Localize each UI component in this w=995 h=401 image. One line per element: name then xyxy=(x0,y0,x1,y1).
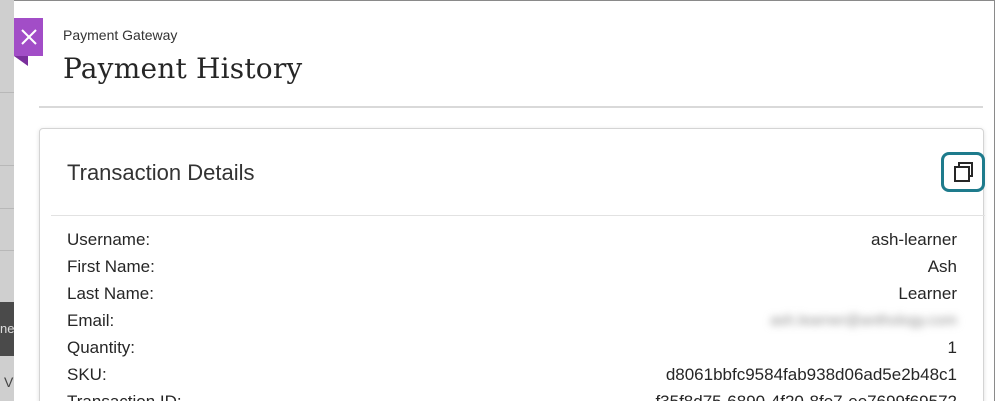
close-button[interactable] xyxy=(14,18,43,56)
detail-value: 1 xyxy=(947,337,957,357)
backdrop-divider xyxy=(0,208,14,209)
detail-value: Ash xyxy=(927,256,957,276)
breadcrumb: Payment Gateway xyxy=(63,27,178,43)
backdrop-divider xyxy=(0,165,14,166)
copy-button[interactable] xyxy=(941,152,985,192)
detail-value: ash-learner xyxy=(871,229,957,249)
backdrop-dark-item: ne xyxy=(0,302,14,356)
backdrop-text: V xyxy=(4,374,14,390)
detail-row-quantity: Quantity: 1 xyxy=(67,334,957,361)
detail-label: Email: xyxy=(67,310,115,330)
copy-icon xyxy=(954,162,973,182)
backdrop-divider xyxy=(0,250,14,251)
card-title: Transaction Details xyxy=(67,160,255,185)
close-button-tab xyxy=(14,56,28,66)
detail-label: Last Name: xyxy=(67,283,154,303)
transaction-details-list: Username: ash-learner First Name: Ash La… xyxy=(67,226,957,401)
detail-value: Learner xyxy=(898,283,957,303)
detail-label: Transaction ID: xyxy=(67,391,182,401)
close-icon xyxy=(20,29,37,45)
backdrop-divider xyxy=(0,92,14,93)
detail-value: d8061bbfc9584fab938d06ad5e2b48c1 xyxy=(665,364,957,384)
detail-row-username: Username: ash-learner xyxy=(67,226,957,253)
header-divider xyxy=(39,106,983,108)
detail-label: First Name: xyxy=(67,256,155,276)
detail-row-transaction-id: Transaction ID: f35f8d75-6890-4f20-8fe7-… xyxy=(67,388,957,401)
detail-label: Username: xyxy=(67,229,151,249)
transaction-details-card: Transaction Details Username: ash-learne… xyxy=(39,128,985,401)
detail-label: Quantity: xyxy=(67,337,136,357)
detail-label: SKU: xyxy=(67,364,107,384)
page-title: Payment History xyxy=(63,52,303,85)
detail-value-email-redacted: ash.learner@anthology.com xyxy=(770,312,957,329)
detail-row-sku: SKU: d8061bbfc9584fab938d06ad5e2b48c1 xyxy=(67,361,957,388)
detail-row-email: Email: ash.learner@anthology.com xyxy=(67,307,957,334)
backdrop-page: ne V xyxy=(0,0,14,401)
detail-row-first-name: First Name: Ash xyxy=(67,253,957,280)
card-divider xyxy=(51,215,985,216)
detail-value: f35f8d75-6890-4f20-8fe7-ee7699f69572 xyxy=(655,391,957,401)
detail-row-last-name: Last Name: Learner xyxy=(67,280,957,307)
